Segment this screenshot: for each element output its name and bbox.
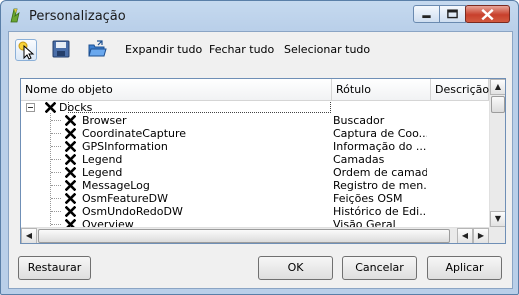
tree-item-name: MessageLog <box>82 179 150 192</box>
close-button[interactable] <box>465 5 510 23</box>
x-check-icon[interactable] <box>64 205 77 218</box>
cancel-button[interactable]: Cancelar <box>342 256 417 280</box>
tree-row[interactable]: OsmFeatureDW Feições OSM <box>21 192 489 205</box>
expand-all-button[interactable]: Expandir tudo <box>125 43 202 56</box>
tree-branch-line <box>51 146 61 147</box>
tree-row[interactable]: Overview Visão Geral <box>21 218 489 227</box>
horizontal-scroll-thumb[interactable] <box>38 229 450 243</box>
select-all-button[interactable]: Selecionar tudo <box>284 43 370 56</box>
minimize-button[interactable] <box>413 5 440 23</box>
tree-branch-line <box>51 224 61 225</box>
tree-row[interactable]: Legend Camadas <box>21 153 489 166</box>
scroll-left-step-icon[interactable]: ◀ <box>457 228 473 243</box>
x-check-icon[interactable] <box>64 166 77 179</box>
restore-button[interactable]: Restaurar <box>18 256 91 280</box>
tree-item-name: OsmFeatureDW <box>82 192 169 205</box>
pointer-select-button[interactable] <box>15 39 37 61</box>
tree-item-label: Informação do ... <box>333 140 427 153</box>
qgis-icon <box>10 8 20 23</box>
window-title: Personalização <box>29 9 126 24</box>
tree-branch-line <box>51 185 61 186</box>
maximize-icon <box>447 9 458 19</box>
tree-item-name: Legend <box>82 153 123 166</box>
horizontal-scrollbar[interactable]: ◀ ◀ ▶ <box>21 227 489 243</box>
vertical-scrollbar[interactable]: ▲ ▼ <box>489 79 505 227</box>
column-header-label[interactable]: Rótulo <box>332 79 431 101</box>
tree-item-name: Legend <box>82 166 123 179</box>
title-bar: Personalização <box>1 1 518 31</box>
tree-branch-line <box>51 159 61 160</box>
tree-branch-line <box>51 133 61 134</box>
x-check-icon[interactable] <box>64 192 77 205</box>
apply-button[interactable]: Aplicar <box>427 256 502 280</box>
vertical-scroll-thumb[interactable] <box>491 96 505 113</box>
scroll-right-icon[interactable]: ▶ <box>473 228 489 243</box>
x-check-icon[interactable] <box>64 140 77 153</box>
column-header-description[interactable]: Descrição <box>431 79 489 101</box>
tree-row-root[interactable]: Docks <box>21 101 489 114</box>
scroll-left-icon[interactable]: ◀ <box>21 228 37 243</box>
tree-row[interactable]: GPSInformation Informação do ... <box>21 140 489 153</box>
x-check-icon[interactable] <box>64 218 77 227</box>
minimize-icon <box>422 15 431 19</box>
tree-row[interactable]: Legend Ordem de camada <box>21 166 489 179</box>
tree-item-name: Browser <box>82 114 127 127</box>
tree-row[interactable]: OsmUndoRedoDW Histórico de Edi... <box>21 205 489 218</box>
collapse-toggle-icon[interactable] <box>26 103 35 112</box>
tree-item-label: Histórico de Edi... <box>333 205 427 218</box>
tree-row[interactable]: CoordinateCapture Captura de Coo... <box>21 127 489 140</box>
tree-branch-line <box>51 172 61 173</box>
open-button[interactable] <box>87 39 109 61</box>
ok-button[interactable]: OK <box>258 256 333 280</box>
tree-item-name: Docks <box>59 101 93 114</box>
close-icon <box>481 8 494 21</box>
x-check-icon[interactable] <box>64 179 77 192</box>
floppy-save-icon <box>52 40 70 58</box>
tree-item-name: CoordinateCapture <box>82 127 187 140</box>
tree-item-name: Overview <box>82 218 134 227</box>
focus-rectangle <box>68 101 331 113</box>
tree-branch-line <box>51 198 61 199</box>
save-button[interactable] <box>51 39 73 61</box>
scroll-up-icon[interactable]: ▲ <box>490 79 505 95</box>
collapse-all-button[interactable]: Fechar tudo <box>209 43 274 56</box>
tree-rows: Docks Browser Buscador CoordinateCapture Cap… <box>21 101 489 227</box>
toolbar: Expandir tudo Fechar tudo Selecionar tud… <box>9 32 512 68</box>
scroll-down-icon[interactable]: ▼ <box>490 211 505 227</box>
tree-item-label: Camadas <box>333 153 385 166</box>
tree-item-name: OsmUndoRedoDW <box>82 205 183 218</box>
object-tree[interactable]: Nome do objeto Rótulo Descrição Docks Bro… <box>20 78 506 244</box>
x-check-icon[interactable] <box>64 114 77 127</box>
tree-item-label: Buscador <box>333 114 385 127</box>
tree-branch-line <box>51 120 61 121</box>
tree-item-label: Ordem de camada <box>333 166 427 179</box>
tree-row[interactable]: Browser Buscador <box>21 114 489 127</box>
tree-branch-line <box>51 211 61 212</box>
tree-row[interactable]: MessageLog Registro de men... <box>21 179 489 192</box>
x-check-icon[interactable] <box>64 127 77 140</box>
customization-dialog: Personalização Expandir tudo Fechar tudo… <box>0 0 519 295</box>
tree-item-name: GPSInformation <box>82 140 168 153</box>
x-check-icon[interactable] <box>44 101 57 114</box>
column-header-name[interactable]: Nome do objeto <box>21 79 332 101</box>
tree-item-label: Feições OSM <box>333 192 403 205</box>
maximize-button[interactable] <box>439 5 466 23</box>
folder-open-icon <box>88 40 107 57</box>
x-check-icon[interactable] <box>64 153 77 166</box>
tree-item-label: Registro de men... <box>333 179 427 192</box>
scroll-corner <box>489 227 505 243</box>
tree-item-label: Captura de Coo... <box>333 127 427 140</box>
dialog-body: Expandir tudo Fechar tudo Selecionar tud… <box>8 31 513 289</box>
pointer-select-icon <box>18 41 35 60</box>
tree-item-label: Visão Geral <box>333 218 396 227</box>
